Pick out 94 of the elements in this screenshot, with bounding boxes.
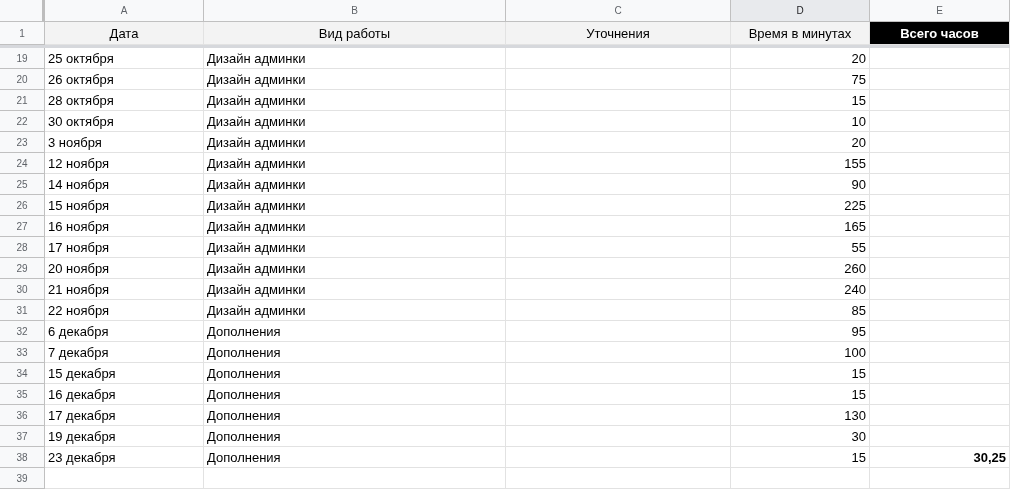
table-cell: 25 октября [45,48,204,69]
row-header[interactable]: 32 [0,321,45,342]
table-cell: 30 [731,426,870,447]
table-cell: 15 [731,90,870,111]
header-cell: Время в минутах [731,22,870,45]
row-header[interactable]: 39 [0,468,45,489]
table-cell: 20 [731,48,870,69]
row-header[interactable]: 33 [0,342,45,363]
table-cell: 30 октября [45,111,204,132]
table-cell: 21 ноября [45,279,204,300]
table-cell: Дизайн админки [204,132,506,153]
column-header[interactable]: A [45,0,204,22]
header-cell: Уточнения [506,22,731,45]
table-cell: Дополнения [204,342,506,363]
table-cell: 15 [731,384,870,405]
table-cell: Дополнения [204,447,506,468]
row-header[interactable]: 25 [0,174,45,195]
table-cell: 17 декабря [45,405,204,426]
row-header[interactable]: 20 [0,69,45,90]
row-header[interactable]: 34 [0,363,45,384]
row-header[interactable]: 36 [0,405,45,426]
table-cell: Дополнения [204,321,506,342]
table-cell: Дополнения [204,363,506,384]
table-cell: 3 ноября [45,132,204,153]
table-cell: 22 ноября [45,300,204,321]
table-cell: 75 [731,69,870,90]
row-header[interactable]: 30 [0,279,45,300]
table-cell: 55 [731,237,870,258]
table-cell: 28 октября [45,90,204,111]
table-cell: 155 [731,153,870,174]
column-header[interactable]: C [506,0,731,22]
row-header[interactable]: 1 [0,22,45,45]
table-cell: 10 [731,111,870,132]
table-cell: 225 [731,195,870,216]
table-cell: Дополнения [204,426,506,447]
row-header[interactable]: 21 [0,90,45,111]
table-cell: Дизайн админки [204,111,506,132]
table-cell: 90 [731,174,870,195]
table-cell: 12 ноября [45,153,204,174]
table-cell: 7 декабря [45,342,204,363]
row-header[interactable]: 24 [0,153,45,174]
table-cell: 30,25 [870,447,1010,468]
table-cell: 260 [731,258,870,279]
table-cell: 95 [731,321,870,342]
table-cell: Дизайн админки [204,174,506,195]
table-cell: 240 [731,279,870,300]
header-cell: Дата [45,22,204,45]
row-header[interactable]: 37 [0,426,45,447]
table-cell: 6 декабря [45,321,204,342]
table-cell: Дизайн админки [204,216,506,237]
table-cell: Дизайн админки [204,300,506,321]
corner-cell[interactable] [0,0,45,22]
table-cell: 26 октября [45,69,204,90]
table-cell: 16 ноября [45,216,204,237]
table-cell: 23 декабря [45,447,204,468]
table-cell: 16 декабря [45,384,204,405]
row-header[interactable]: 22 [0,111,45,132]
table-cell: Дизайн админки [204,153,506,174]
column-header[interactable]: D [731,0,870,22]
row-header[interactable]: 26 [0,195,45,216]
table-cell: Дизайн админки [204,48,506,69]
table-cell: Дополнения [204,405,506,426]
table-cell: Дизайн админки [204,279,506,300]
row-header[interactable]: 29 [0,258,45,279]
table-cell: Дизайн админки [204,258,506,279]
table-cell: 130 [731,405,870,426]
row-header[interactable]: 19 [0,48,45,69]
table-cell: 85 [731,300,870,321]
table-cell: 15 декабря [45,363,204,384]
table-cell: Дизайн админки [204,90,506,111]
row-header[interactable]: 28 [0,237,45,258]
table-cell: 165 [731,216,870,237]
table-cell: Дизайн админки [204,69,506,90]
header-cell: Вид работы [204,22,506,45]
header-cell: Всего часов [870,22,1010,45]
table-cell: 14 ноября [45,174,204,195]
table-cell: 20 [731,132,870,153]
table-cell: 15 [731,363,870,384]
table-cell: 20 ноября [45,258,204,279]
table-cell: 15 [731,447,870,468]
column-header[interactable]: B [204,0,506,22]
row-header[interactable]: 35 [0,384,45,405]
table-cell: 19 декабря [45,426,204,447]
table-cell: 100 [731,342,870,363]
row-header[interactable]: 27 [0,216,45,237]
row-header[interactable]: 31 [0,300,45,321]
row-header[interactable]: 23 [0,132,45,153]
table-cell: Дизайн админки [204,195,506,216]
column-header[interactable]: E [870,0,1010,22]
table-cell: 15 ноября [45,195,204,216]
table-cell: Дополнения [204,384,506,405]
table-cell: Дизайн админки [204,237,506,258]
table-cell: 17 ноября [45,237,204,258]
row-header[interactable]: 38 [0,447,45,468]
